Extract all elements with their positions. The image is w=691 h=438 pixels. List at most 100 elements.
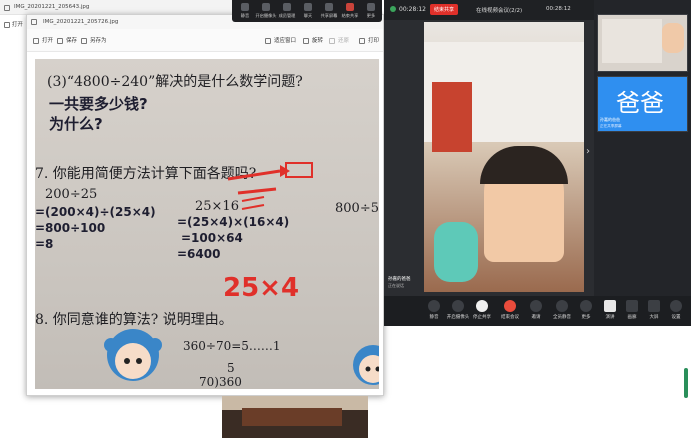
image-file-icon	[4, 4, 10, 11]
q8-division: 70)360	[199, 375, 242, 389]
green-object	[434, 222, 478, 282]
participants-panel: 爸爸 孙嘉的爸爸 正在共享屏幕	[594, 0, 691, 326]
camera-button[interactable]: 开启摄像头	[446, 300, 470, 320]
share-screen-icon	[325, 3, 333, 11]
speaker-view-icon	[604, 300, 616, 312]
cartoon-boy-illustration	[353, 345, 379, 385]
gallery-view-icon	[626, 300, 638, 312]
mute-button[interactable]: 静音	[422, 300, 446, 320]
q3-text: (3)“4800÷240”解决的是什么数学问题?	[47, 74, 303, 90]
chevron-right-icon[interactable]: ›	[586, 146, 590, 157]
hang-up-icon	[504, 300, 516, 312]
bottom-photo-strip	[222, 396, 368, 438]
fit-window-button[interactable]: 适应窗口	[265, 36, 296, 44]
open-button[interactable]: 打开	[33, 36, 53, 44]
back-viewer-titlebar: IMG_20201221_205643.jpg	[0, 0, 240, 15]
participant-tile-dad[interactable]: 爸爸 孙嘉的爸爸 正在共享屏幕	[597, 76, 688, 132]
ftb-mute-button[interactable]: 静音	[234, 3, 256, 19]
mute-all-icon	[556, 300, 568, 312]
settings-button[interactable]: 设置	[664, 300, 688, 320]
chat-icon	[304, 3, 312, 11]
end-meeting-button[interactable]: 结束会议	[498, 300, 522, 320]
rotate-button[interactable]: 旋转	[303, 36, 323, 44]
print-button[interactable]: 打印	[359, 36, 379, 44]
participant-status: 正在共享屏幕	[600, 124, 622, 128]
members-icon	[283, 3, 291, 11]
rotate-icon	[303, 37, 309, 44]
ftb-members-button[interactable]: 成员管理	[276, 3, 298, 19]
q8-quotient: 5	[227, 361, 235, 375]
video-meeting-window: 00:28:12 结束共享 在线视频会议(2/2) 00:28:12 孙嘉的爸爸…	[384, 0, 691, 326]
save-as-icon	[81, 37, 87, 44]
front-viewer-title: IMG_20201221_205726.jpg	[43, 19, 119, 25]
meeting-topbar: 00:28:12 结束共享 在线视频会议(2/2) 00:28:12	[384, 0, 594, 20]
folder-icon	[33, 37, 39, 44]
main-video-feed	[424, 22, 584, 292]
homework-photo: (3)“4800÷240”解决的是什么数学问题? 一共要多少钱? 为什么? 7.…	[35, 59, 379, 389]
back-open-label: 打开	[11, 22, 23, 28]
ftb-camera-button[interactable]: 开启摄像头	[255, 3, 277, 19]
print-icon	[359, 37, 365, 44]
reset-button[interactable]: 还原	[329, 36, 349, 44]
microphone-icon	[241, 3, 249, 11]
expression-1: 200÷25	[45, 187, 98, 202]
save-icon	[57, 37, 63, 44]
meeting-title: 在线视频会议(2/2)	[476, 8, 523, 14]
save-as-button[interactable]: 另存为	[81, 36, 107, 44]
work-2c: =6400	[177, 247, 221, 261]
back-viewer-title: IMG_20201221_205643.jpg	[14, 4, 90, 10]
work-2b: =100×64	[181, 231, 243, 245]
share-screen-icon	[476, 300, 488, 312]
viewer-toolbar: 打开 保存 另存为 适应窗口 旋转 还原 打印	[27, 29, 383, 52]
large-screen-icon	[648, 300, 660, 312]
image-file-icon	[31, 18, 37, 25]
camera-icon	[452, 300, 464, 312]
meeting-title-timer: 00:28:12	[546, 6, 571, 12]
red-decoration	[432, 82, 472, 152]
work-1c: =8	[35, 237, 54, 251]
q8-expression: 360÷70=5……1	[183, 339, 281, 353]
more-icon	[580, 300, 592, 312]
large-screen-view-button[interactable]: 大屏	[642, 300, 666, 320]
work-1b: =800÷100	[35, 221, 106, 235]
gear-icon	[670, 300, 682, 312]
folder-icon	[4, 21, 10, 28]
ftb-chat-button[interactable]: 聊天	[297, 3, 319, 19]
participant-name: 孙嘉的爸爸	[600, 117, 620, 122]
work-1a: =(200×4)÷(25×4)	[35, 205, 156, 219]
stop-share-button[interactable]: 结束共享	[430, 4, 459, 15]
more-icon	[367, 3, 375, 11]
add-user-icon	[530, 300, 542, 312]
invite-button[interactable]: 邀请	[524, 300, 548, 320]
q3-handwritten-answer-2: 为什么?	[49, 115, 103, 133]
expression-3: 800÷50	[335, 201, 379, 216]
child-hair	[480, 146, 568, 184]
stop-share-icon	[346, 3, 354, 11]
fit-window-icon	[265, 37, 271, 44]
q3-handwritten-answer: 一共要多少钱?	[49, 95, 148, 113]
front-image-viewer-window: IMG_20201221_205726.jpg 打开 保存 另存为 适应窗口 旋…	[26, 14, 384, 396]
expression-2: 25×16	[195, 199, 239, 214]
camera-icon	[262, 3, 270, 11]
reset-icon	[329, 37, 335, 44]
stop-sharing-button[interactable]: 停止共享	[470, 300, 494, 320]
scrollbar-thumb[interactable]	[684, 368, 688, 398]
ftb-share-button[interactable]: 共享屏幕	[318, 3, 340, 19]
meeting-timer: 00:28:12	[399, 6, 426, 13]
connection-status-icon	[390, 6, 396, 12]
mute-all-button[interactable]: 全员静音	[550, 300, 574, 320]
participant-avatar-text: 爸爸	[616, 89, 664, 117]
main-speaker-status: 正在说话	[388, 283, 404, 288]
main-speaker-name: 孙嘉的爸爸	[388, 277, 411, 282]
cartoon-girl-illustration	[104, 329, 162, 381]
microphone-icon	[428, 300, 440, 312]
gallery-view-button[interactable]: 画廊	[620, 300, 644, 320]
back-open-button[interactable]: 打开	[4, 20, 23, 28]
speaker-view-button[interactable]: 演讲	[598, 300, 622, 320]
more-button[interactable]: 更多	[574, 300, 598, 320]
ftb-stop-share-button[interactable]: 结束共享	[339, 3, 361, 19]
participant-thumbnail-screen-share[interactable]	[597, 14, 688, 72]
ftb-more-button[interactable]: 更多	[360, 3, 382, 19]
save-button[interactable]: 保存	[57, 36, 77, 44]
work-2a: =(25×4)×(16×4)	[177, 215, 290, 229]
